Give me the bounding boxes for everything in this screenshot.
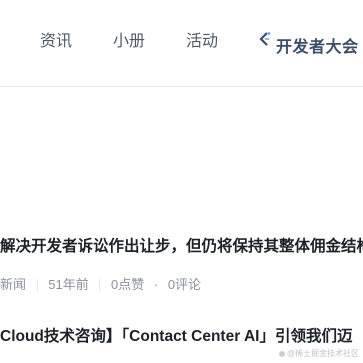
meta-dot: · [153,276,159,292]
article-likes[interactable]: 0点赞 [111,275,144,295]
article-time: 51年前 [48,276,89,292]
watermark-text: @稀土掘金技术社区 [286,349,359,358]
nav-item-news[interactable]: 资讯 [40,32,72,52]
article-meta: 新闻 51年前 0点赞 · 0评论 [0,274,201,294]
nav-item-courses[interactable]: 小册 [113,32,145,52]
meta-divider [36,278,38,291]
watermark: @稀土掘金技术社区 [278,348,359,359]
meta-divider [99,278,101,291]
nav-item-events[interactable]: 活动 [186,32,218,52]
conference-label: 开发者大会 [276,39,359,56]
article-category[interactable]: 新闻 [0,275,26,295]
article-title[interactable]: Cloud技术咨询】「Contact Center AI」引领我们迈 [0,326,363,348]
article-comments[interactable]: 0评论 [168,275,201,295]
conference-logo-icon [259,32,271,46]
article-feed [0,87,363,363]
article-title[interactable]: 解决开发者诉讼作出让步，但仍将保持其整体佣金结构 [0,236,363,258]
watermark-logo-icon [278,350,285,357]
top-navigation-bar: 资讯 小册 活动 开发者大会 [0,0,363,87]
